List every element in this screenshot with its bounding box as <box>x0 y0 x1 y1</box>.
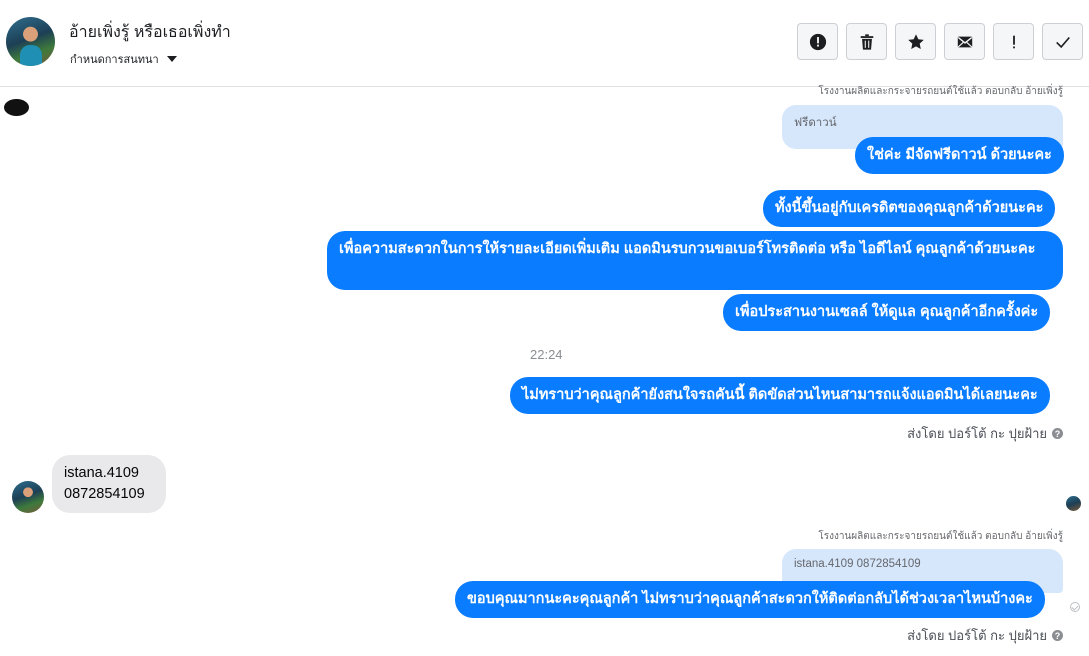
trash-icon <box>860 33 873 50</box>
conversation-settings-label: กำหนดการสนทนา <box>70 54 159 66</box>
sent-by-text: ส่งโดย ปอร์โต้ กะ ปุยฝ้าย <box>907 628 1047 643</box>
outgoing-message[interactable]: ทั้งนี้ขึ้นอยู่กับเครดิตของคุณลูกค้าด้วย… <box>763 190 1056 227</box>
outgoing-message[interactable]: เพื่อประสานงานเซลล์ ให้ดูแล คุณลูกค้าอีก… <box>723 294 1051 331</box>
important-button[interactable] <box>993 23 1034 60</box>
outgoing-message[interactable]: ขอบคุณมากนะคะคุณลูกค้า ไม่ทราบว่าคุณลูกค… <box>455 581 1045 618</box>
star-button[interactable] <box>895 23 936 60</box>
seen-avatar <box>1066 496 1081 511</box>
done-button[interactable] <box>1042 23 1083 60</box>
delete-button[interactable] <box>846 23 887 60</box>
incoming-line: 0872854109 <box>64 486 145 502</box>
report-spam-button[interactable] <box>797 23 838 60</box>
contact-name[interactable]: อ้ายเพิ่งรู้ หรือเธอเพิ่งทำ <box>69 20 231 45</box>
message-timestamp: 22:24 <box>530 347 563 362</box>
sent-by-label: ส่งโดย ปอร์โต้ กะ ปุยฝ้าย ? <box>907 625 1063 646</box>
action-toolbar <box>797 23 1083 60</box>
exclamation-icon <box>1012 35 1015 48</box>
reply-note: โรงงานผลิตและกระจายรถยนต์ใช้แล้ว ตอบกลับ… <box>818 531 1063 542</box>
alert-circle-icon <box>809 33 826 50</box>
incoming-line: istana.4109 <box>64 465 139 481</box>
help-icon[interactable]: ? <box>1052 428 1063 439</box>
outgoing-message[interactable]: ไม่ทราบว่าคุณลูกค้ายังสนใจรถคันนี้ ติดขั… <box>510 377 1050 414</box>
outgoing-message[interactable]: เพื่อความสะดวกในการให้รายละเอียดเพิ่มเติ… <box>327 231 1063 290</box>
contact-avatar[interactable] <box>6 17 55 66</box>
conversation-header: อ้ายเพิ่งรู้ หรือเธอเพิ่งทำ กำหนดการสนทน… <box>0 0 1089 87</box>
sent-by-label: ส่งโดย ปอร์โต้ กะ ปุยฝ้าย ? <box>907 423 1063 444</box>
contact-avatar-small[interactable] <box>12 481 44 513</box>
conversation-settings-dropdown[interactable]: กำหนดการสนทนา <box>70 50 177 68</box>
caret-down-icon <box>166 56 177 62</box>
outgoing-message[interactable]: ใช่ค่ะ มีจัดฟรีดาวน์ ด้วยนะคะ <box>855 137 1064 174</box>
check-icon <box>1055 36 1070 48</box>
page-avatar <box>4 99 29 116</box>
mark-unread-button[interactable] <box>944 23 985 60</box>
help-icon[interactable]: ? <box>1052 630 1063 641</box>
sent-by-text: ส่งโดย ปอร์โต้ กะ ปุยฝ้าย <box>907 426 1047 441</box>
messenger-conversation: อ้ายเพิ่งรู้ หรือเธอเพิ่งทำ กำหนดการสนทน… <box>0 0 1089 656</box>
star-icon <box>907 33 924 49</box>
incoming-message[interactable]: istana.4109 0872854109 <box>52 455 166 513</box>
sent-check-icon <box>1070 602 1080 612</box>
envelope-icon <box>957 36 972 47</box>
reply-note: โรงงานผลิตและกระจายรถยนต์ใช้แล้ว ตอบกลับ… <box>818 86 1063 97</box>
